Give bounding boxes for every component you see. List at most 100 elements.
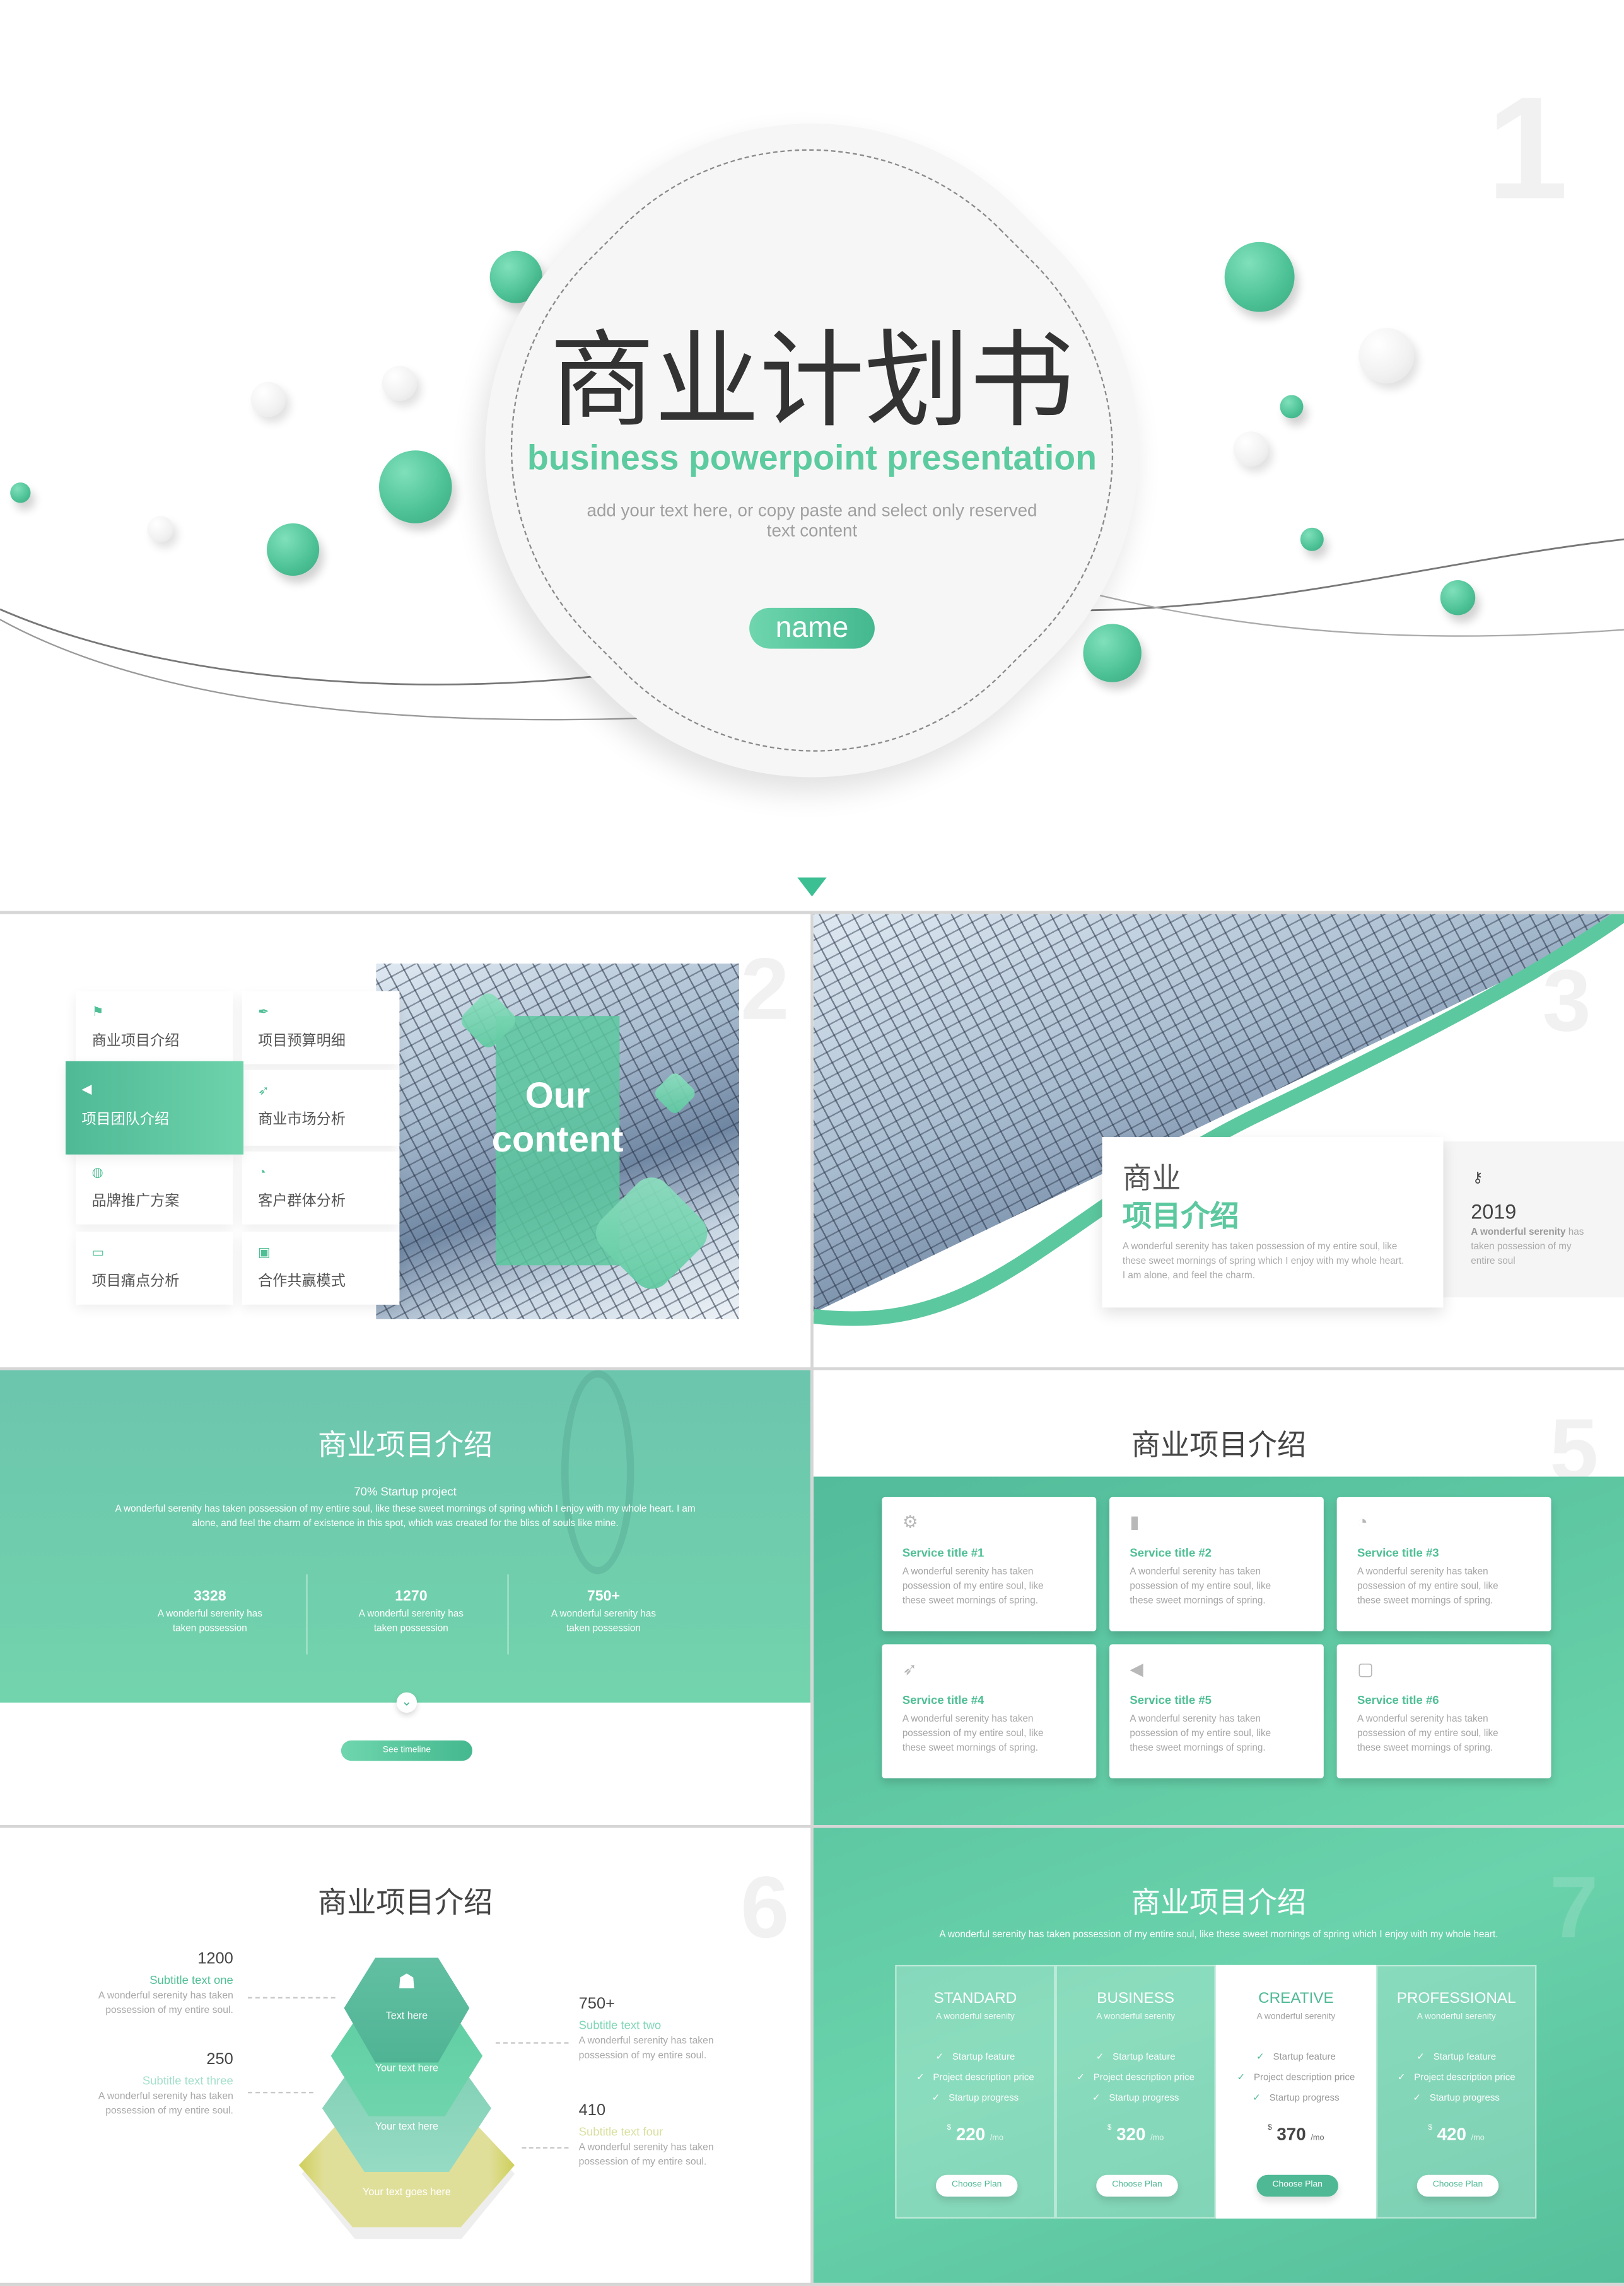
intro-card: 商业 项目介绍 A wonderful serenity has taken p… xyxy=(1102,1136,1444,1308)
menu-item-label: 项目团队介绍 xyxy=(81,1112,170,1129)
trophy-icon xyxy=(344,1969,470,1994)
plan-price: $ 320 /mo xyxy=(1107,2123,1164,2145)
service-card[interactable]: Service title #5 A wonderful serenity has… xyxy=(1109,1644,1324,1779)
slide-6-hexagon-stack[interactable]: 6 商业项目介绍 Your text goes here Your text h… xyxy=(0,1828,811,2283)
plan-business: BUSINESS A wonderful serenity Startup fea… xyxy=(1055,1964,1216,2219)
plan-creative: CREATIVE A wonderful serenity Startup fea… xyxy=(1215,1964,1377,2219)
year: 2019 xyxy=(1471,1199,1517,1223)
check-icon xyxy=(1096,2053,1104,2063)
plan-price: $ 370 /mo xyxy=(1268,2123,1324,2145)
pie-chart-icon xyxy=(258,1165,266,1179)
service-title: Service title #3 xyxy=(1357,1546,1439,1560)
choose-plan-button[interactable]: Choose Plan xyxy=(1096,2174,1178,2197)
year-description-bold: A wonderful serenity xyxy=(1471,1227,1566,1238)
decorative-arch xyxy=(561,1370,634,1575)
choose-plan-button[interactable]: Choose Plan xyxy=(1417,2174,1499,2197)
page-number: 3 xyxy=(1542,952,1591,1050)
slide-4-stats[interactable]: 商业项目介绍 70% Startup project A wonderful s… xyxy=(0,1370,811,1825)
plan-feature: Startup feature xyxy=(1217,2048,1375,2068)
page-number: 2 xyxy=(740,940,790,1038)
info-block-4: 410 Subtitle text four A wonderful serenit… xyxy=(579,2102,798,2171)
green-bubble xyxy=(1083,624,1142,682)
slide-5-services[interactable]: 5 商业项目介绍 Service title #1A wonderful ser… xyxy=(813,1370,1624,1825)
chevron-down-icon[interactable] xyxy=(396,1692,418,1713)
rocket-icon xyxy=(258,1083,269,1099)
stat-value: 1270 xyxy=(395,1589,428,1605)
connector-line xyxy=(495,2042,569,2044)
info-value: 410 xyxy=(578,2102,606,2120)
slide-3-intro[interactable]: 3 2019 A wonderful serenity has taken po… xyxy=(813,914,1624,1368)
cover-body-line-2: text content xyxy=(766,520,858,541)
info-text: A wonderful serenity has taken possessio… xyxy=(98,1991,233,2016)
slide-title: 商业项目介绍 xyxy=(317,1887,493,1920)
plan-feature: Startup feature xyxy=(897,2048,1054,2068)
menu-item-1[interactable]: 项目预算明细 xyxy=(242,991,400,1064)
monitor-icon xyxy=(1357,1659,1374,1679)
plan-price: $ 220 /mo xyxy=(947,2123,1004,2145)
menu-item-label: 商业市场分析 xyxy=(258,1112,346,1129)
slide-7-pricing[interactable]: 7 商业项目介绍 A wonderful serenity has taken … xyxy=(813,1828,1624,2283)
info-value: 250 xyxy=(206,2051,233,2069)
plan-tagline: A wonderful serenity xyxy=(1096,2013,1176,2022)
plan-professional: PROFESSIONAL A wonderful serenity Startup… xyxy=(1376,1964,1537,2219)
pen-icon xyxy=(258,1005,269,1020)
info-text: A wonderful serenity has taken possessio… xyxy=(578,2036,714,2061)
slide-1-cover[interactable]: 1 商业计划书 business powerpoint presentation… xyxy=(0,0,1624,911)
check-icon xyxy=(916,2073,925,2083)
scroll-down-triangle-icon[interactable] xyxy=(797,877,827,897)
stat-1: 1270 A wonderful serenity has taken posse… xyxy=(338,1589,484,1637)
info-value: 1200 xyxy=(197,1950,233,1968)
choose-plan-button[interactable]: Choose Plan xyxy=(935,2174,1018,2197)
stat-value: 750+ xyxy=(587,1589,621,1605)
name-button[interactable]: name xyxy=(749,607,875,649)
menu-item-6[interactable]: 项目痛点分析 xyxy=(76,1232,233,1305)
menu-item-5[interactable]: 客户群体分析 xyxy=(242,1152,400,1225)
info-block-2: 750+ Subtitle text two A wonderful serenit… xyxy=(579,1995,798,2064)
service-text: A wonderful serenity has taken possessio… xyxy=(1357,1714,1498,1754)
menu-item-label: 商业项目介绍 xyxy=(91,1033,180,1050)
menu-item-label: 合作共赢模式 xyxy=(258,1274,346,1290)
plan-name: BUSINESS xyxy=(1097,1990,1175,2007)
chart-icon xyxy=(258,1245,271,1261)
check-icon xyxy=(1077,2073,1085,2083)
service-card[interactable]: Service title #2 A wonderful serenity has… xyxy=(1109,1496,1324,1631)
plan-feature: Project description price xyxy=(897,2068,1054,2089)
slide-title: 商业项目介绍 xyxy=(317,1430,493,1462)
connector-line xyxy=(522,2147,569,2149)
slide-2-contents[interactable]: 2 商业项目介绍 项目预算明细 项目团队介绍 商业市场分析 品牌推广方案 客户群… xyxy=(0,914,811,1368)
plan-feature: Startup feature xyxy=(1057,2048,1215,2068)
service-card[interactable]: Service title #1 A wonderful serenity has… xyxy=(882,1496,1097,1631)
check-icon xyxy=(1398,2073,1406,2083)
menu-item-0[interactable]: 商业项目介绍 xyxy=(76,991,233,1064)
service-text: A wonderful serenity has taken possessio… xyxy=(902,1566,1044,1607)
plan-feature: Project description price xyxy=(1217,2068,1375,2089)
overlay-title-line-1: Our xyxy=(525,1075,590,1117)
menu-item-3[interactable]: 商业市场分析 xyxy=(242,1070,400,1146)
menu-item-2[interactable]: 项目团队介绍 xyxy=(66,1061,244,1155)
stats-background xyxy=(0,1370,811,1703)
service-card[interactable]: Service title #3 A wonderful serenity has… xyxy=(1336,1496,1551,1631)
pie-chart-icon xyxy=(1357,1512,1368,1532)
plan-tagline: A wonderful serenity xyxy=(1256,2013,1336,2022)
hexagon-label: Your text here xyxy=(375,2122,438,2133)
check-icon xyxy=(935,2053,943,2063)
menu-item-4[interactable]: 品牌推广方案 xyxy=(76,1152,233,1225)
plan-feature: Startup progress xyxy=(1377,2089,1535,2109)
service-title: Service title #6 xyxy=(1357,1693,1439,1707)
service-card[interactable]: Service title #4 A wonderful serenity has… xyxy=(882,1644,1097,1779)
menu-item-7[interactable]: 合作共赢模式 xyxy=(242,1232,400,1305)
intro-title-line-1: 商业 xyxy=(1122,1163,1181,1196)
slide-title: 商业项目介绍 xyxy=(1131,1887,1307,1920)
stats-body: A wonderful serenity has taken possessio… xyxy=(115,1504,696,1529)
stat-text: A wonderful serenity has taken possessio… xyxy=(358,1609,464,1635)
service-text: A wonderful serenity has taken possessio… xyxy=(1130,1566,1271,1607)
year-description: A wonderful serenity has taken possessio… xyxy=(1471,1226,1587,1269)
divider xyxy=(507,1574,509,1655)
gear-icon xyxy=(903,1512,918,1532)
choose-plan-button[interactable]: Choose Plan xyxy=(1256,2174,1338,2197)
service-title: Service title #1 xyxy=(902,1546,984,1560)
see-timeline-button[interactable]: See timeline xyxy=(341,1740,472,1761)
service-card[interactable]: Service title #6 A wonderful serenity has… xyxy=(1336,1644,1551,1779)
service-title: Service title #4 xyxy=(902,1693,984,1707)
globe-icon xyxy=(92,1165,103,1181)
